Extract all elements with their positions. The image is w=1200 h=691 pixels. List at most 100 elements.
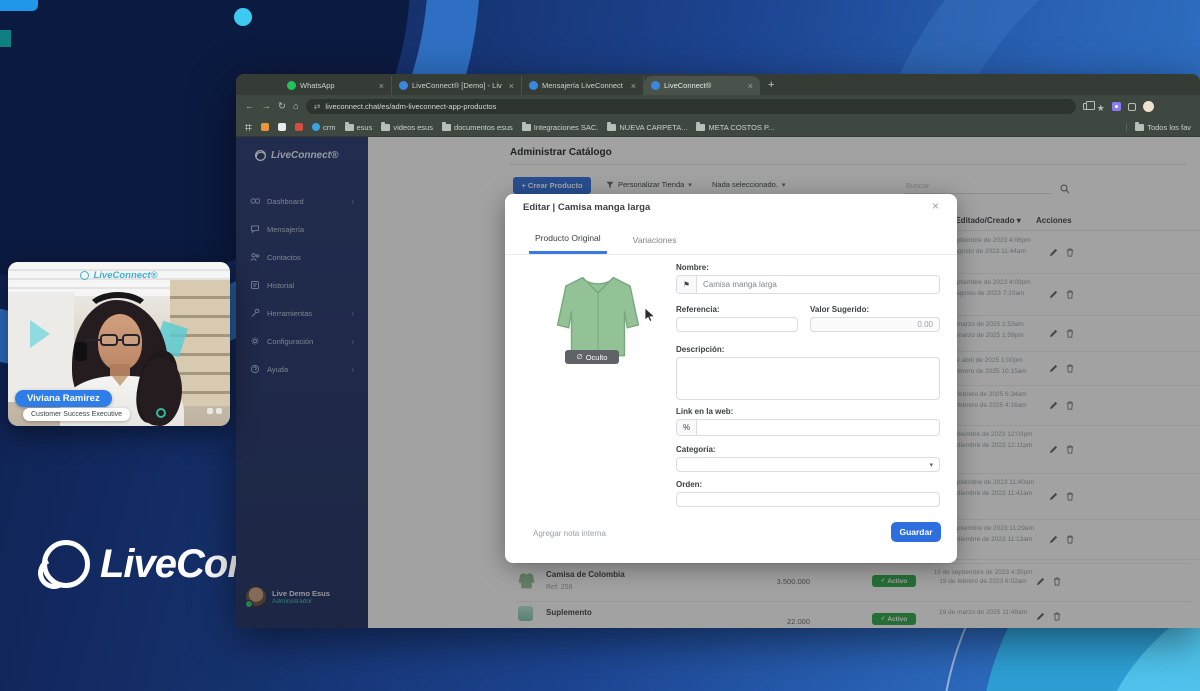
browser-toolbar: liveconnect.chat/es/adm-liveconnect-app-… [236,95,1200,118]
pinned-extension-icon[interactable] [1112,102,1121,111]
tab-bar: WhatsApp LiveConnect® [Demo] - Liv Mensa… [236,74,1200,95]
apps-grid-icon[interactable] [245,124,252,131]
field-label: Referencia: [676,305,720,314]
bookmark-favicon[interactable] [261,123,269,131]
web-page: LiveConnect® Dashboard › Mensajería Cont… [236,137,1200,628]
edit-product-modal: Editar | Camisa manga larga × Producto O… [505,194,957,563]
bookmark-folder[interactable]: esus [345,123,373,132]
tab-producto-original[interactable]: Producto Original [529,232,607,254]
folder-icon [1135,124,1144,131]
glasses [100,334,118,346]
reload-button[interactable] [278,102,286,112]
liveconnect-favicon [651,81,660,90]
flag-icon [677,276,697,293]
back-button[interactable] [245,102,255,112]
headset-logo-icon [42,540,90,588]
bookmarks-bar: crm esus videos esus documentos esus Int… [236,118,1200,137]
folder-icon [607,124,616,131]
name-field [676,275,940,294]
bookmarks-overflow[interactable]: Todos los fav [1126,123,1191,132]
home-button[interactable] [293,102,299,112]
tab-liveconnect-demo[interactable]: LiveConnect® [Demo] - Liv [392,76,522,95]
shirt-logo [156,408,166,418]
add-internal-note-link[interactable]: Agregar nota interna [527,528,612,539]
close-tab-icon[interactable] [631,81,636,91]
tab-liveconnect-active[interactable]: LiveConnect® [644,76,760,95]
bookmark-folder[interactable]: Integraciones SAC. [522,123,599,132]
web-link-input[interactable] [697,420,939,435]
profile-avatar[interactable] [1143,101,1154,112]
tab-whatsapp[interactable]: WhatsApp [280,76,392,95]
field-label: Orden: [676,480,702,489]
glasses-temple [87,339,100,341]
browser-window: WhatsApp LiveConnect® [Demo] - Liv Mensa… [236,74,1200,628]
field-label: Nombre: [676,263,709,272]
order-input[interactable] [676,492,940,507]
office-decor [30,320,50,348]
extensions-icon[interactable] [1128,103,1136,111]
suggested-value-input[interactable] [810,317,940,332]
shirt-collar [112,376,128,386]
background-cyan-dot [234,8,252,26]
field-label: Valor Sugerido: [810,305,869,314]
save-button[interactable]: Guardar [891,522,941,542]
category-select[interactable] [676,457,940,472]
new-tab-button[interactable] [768,79,774,91]
crm-favicon [312,123,320,131]
close-button[interactable]: × [926,199,945,213]
close-tab-icon[interactable] [379,81,384,91]
contact-icon [216,408,222,414]
folder-icon [522,124,531,131]
modal-tabs: Producto Original Variaciones [529,232,682,254]
bookmark-item-crm[interactable]: crm [312,123,336,132]
webcam-contact-icons [207,408,222,414]
bookmark-folder[interactable]: documentos esus [442,123,513,132]
name-input[interactable] [697,276,939,293]
liveconnect-favicon [399,81,408,90]
background-teal-square [0,30,11,47]
webcam-overlay: LiveConnect® Viviana Ramirez Customer Su… [8,262,230,426]
glasses-bridge [118,339,124,341]
field-label: Descripción: [676,345,724,354]
share-icon[interactable] [1083,103,1090,110]
forward-button[interactable] [262,102,272,112]
field-label: Link en la web: [676,407,733,416]
name-badge: Viviana Ramirez [15,390,112,407]
background-corner-pill [0,0,38,11]
hidden-status-badge: Oculto [565,350,619,364]
webcam-watermark: LiveConnect® [8,270,230,281]
video-frame: LiveConnect WhatsApp LiveConnect® [Demo]… [0,0,1200,691]
glasses [122,334,140,346]
description-textarea[interactable] [676,357,940,400]
headset-logo-icon [80,271,89,280]
bookmark-folder[interactable]: META COSTOS P... [696,123,774,132]
contact-icon [207,408,213,414]
tab-variaciones[interactable]: Variaciones [627,232,683,254]
percent-icon: % [677,420,697,435]
chevron-down-icon [929,461,933,469]
bookmark-star-button[interactable] [1097,98,1105,116]
address-bar[interactable]: liveconnect.chat/es/adm-liveconnect-app-… [306,99,1076,114]
folder-icon [442,124,451,131]
folder-icon [381,124,390,131]
cursor-icon [644,308,656,322]
bookmark-favicon[interactable] [295,123,303,131]
field-label: Categoría: [676,445,716,454]
close-tab-icon[interactable] [748,81,753,91]
close-tab-icon[interactable] [509,81,514,91]
bookmark-folder[interactable]: NUEVA CARPETA... [607,123,687,132]
tab-mensajeria[interactable]: Mensajería LiveConnect [522,76,644,95]
modal-title: Editar | Camisa manga larga [523,202,650,213]
liveconnect-favicon [529,81,538,90]
web-link-field: % [676,419,940,436]
reference-input[interactable] [676,317,798,332]
title-badge: Customer Success Executive [23,408,130,421]
url-text: liveconnect.chat/es/adm-liveconnect-app-… [325,102,496,111]
headset-earcup [74,342,87,361]
bookmark-folder[interactable]: videos esus [381,123,433,132]
folder-icon [696,124,705,131]
bookmark-favicon[interactable] [278,123,286,131]
folder-icon [345,124,354,131]
divider [505,254,957,255]
whatsapp-icon [287,81,296,90]
